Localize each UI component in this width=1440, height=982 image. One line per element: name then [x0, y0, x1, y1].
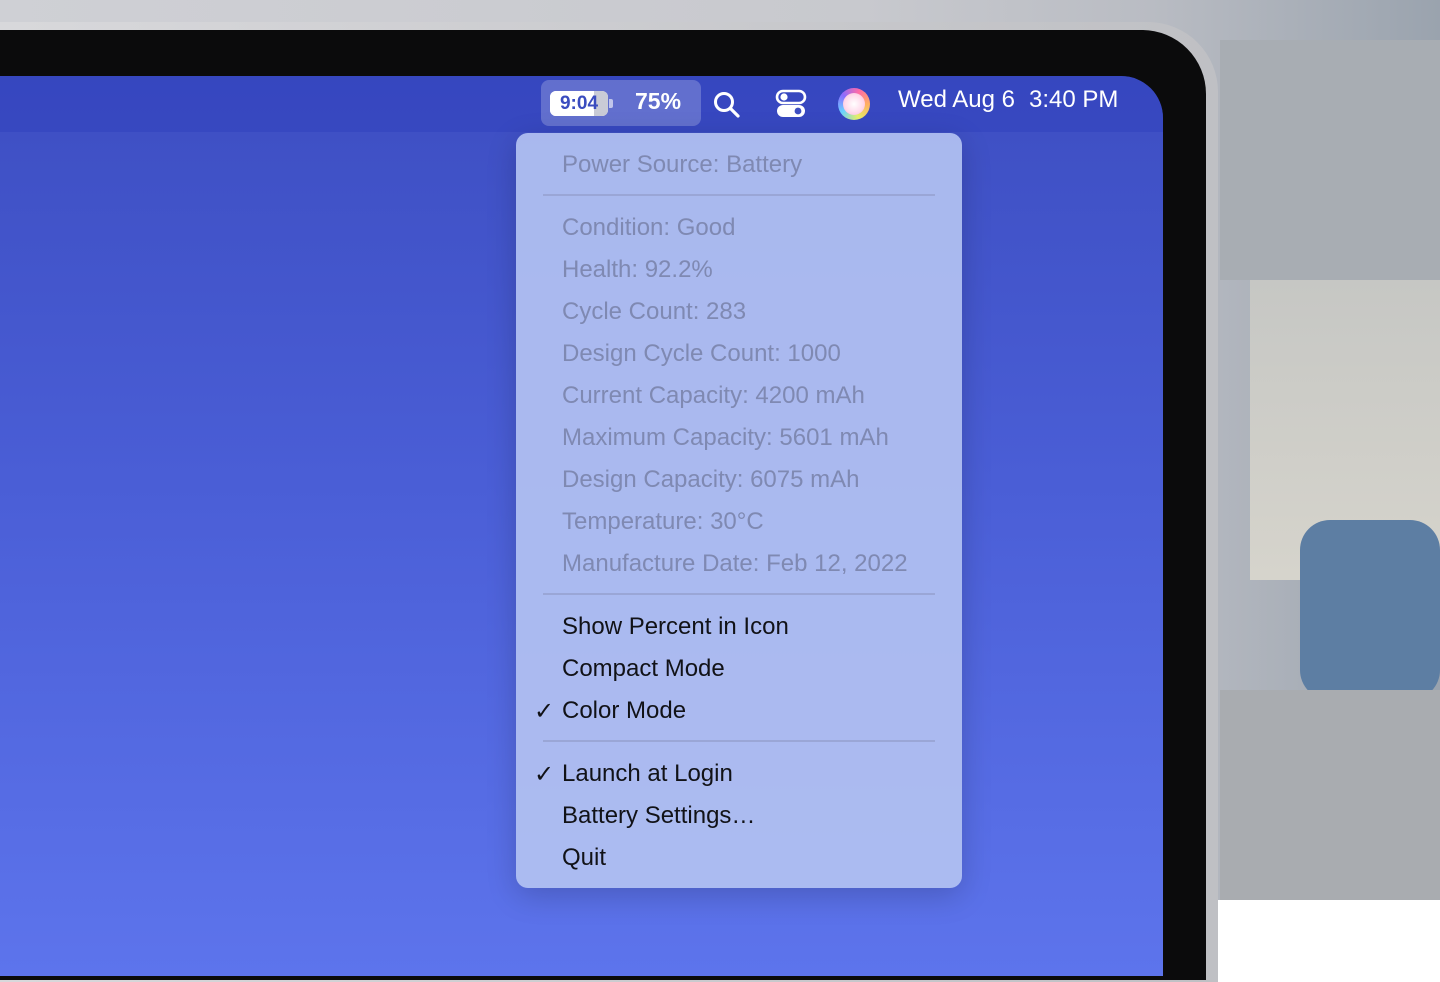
menu-item-color-mode[interactable]: ✓ Color Mode [516, 689, 962, 731]
background-blur-shape [1220, 40, 1440, 280]
siri-icon-center [843, 93, 865, 115]
menu-bar-date: Wed Aug 6 [898, 86, 1015, 113]
menu-item-label: Compact Mode [562, 655, 725, 683]
menu-item-label: Current Capacity: 4200 mAh [562, 382, 865, 410]
battery-time-remaining: 9:04 [550, 91, 608, 116]
menu-item-label: Temperature: 30°C [562, 508, 764, 536]
menu-item-show-percent-in-icon[interactable]: Show Percent in Icon [516, 605, 962, 647]
battery-icon: 9:04 [550, 91, 608, 116]
menu-separator [543, 740, 935, 742]
menu-info-design-cycle-count: Design Cycle Count: 1000 [516, 332, 962, 374]
battery-percent: 75% [635, 88, 681, 115]
menu-item-power-source: Power Source: Battery [516, 143, 962, 185]
menu-item-label: Design Capacity: 6075 mAh [562, 466, 860, 494]
menu-info-condition: Condition: Good [516, 206, 962, 248]
battery-tip [609, 99, 613, 108]
menu-item-label: Condition: Good [562, 214, 735, 242]
menu-item-battery-settings[interactable]: Battery Settings… [516, 794, 962, 836]
checkmark-icon: ✓ [534, 760, 554, 789]
menu-info-design-capacity: Design Capacity: 6075 mAh [516, 458, 962, 500]
battery-status-item[interactable]: 9:04 75% [541, 80, 701, 126]
menu-item-label: Health: 92.2% [562, 256, 713, 284]
background-blur-shape [1220, 690, 1440, 900]
menu-separator [543, 194, 935, 196]
menu-item-label: Manufacture Date: Feb 12, 2022 [562, 550, 908, 578]
menu-item-label: Show Percent in Icon [562, 613, 789, 641]
menu-info-maximum-capacity: Maximum Capacity: 5601 mAh [516, 416, 962, 458]
search-icon[interactable] [712, 90, 742, 120]
menu-info-temperature: Temperature: 30°C [516, 500, 962, 542]
background-blur-shape [1300, 520, 1440, 700]
menu-info-cycle-count: Cycle Count: 283 [516, 290, 962, 332]
menu-info-manufacture-date: Manufacture Date: Feb 12, 2022 [516, 542, 962, 584]
menu-item-compact-mode[interactable]: Compact Mode [516, 647, 962, 689]
battery-dropdown-menu: Power Source: Battery Condition: Good He… [516, 133, 962, 888]
menu-bar-clock[interactable]: Wed Aug 6 3:40 PM [898, 86, 1118, 114]
menu-item-label: Power Source: Battery [562, 151, 802, 179]
menu-info-current-capacity: Current Capacity: 4200 mAh [516, 374, 962, 416]
control-center-icon[interactable] [775, 89, 807, 119]
siri-icon[interactable] [838, 88, 870, 120]
menu-item-quit[interactable]: Quit [516, 836, 962, 878]
menu-item-launch-at-login[interactable]: ✓ Launch at Login [516, 752, 962, 794]
menu-bar: 9:04 75% Wed Aug 6 3:40 PM [0, 76, 1163, 132]
menu-bar-time: 3:40 PM [1029, 86, 1118, 113]
checkmark-icon: ✓ [534, 697, 554, 726]
menu-item-label: Battery Settings… [562, 802, 755, 830]
menu-item-label: Design Cycle Count: 1000 [562, 340, 841, 368]
menu-item-label: Maximum Capacity: 5601 mAh [562, 424, 889, 452]
menu-info-health: Health: 92.2% [516, 248, 962, 290]
menu-item-label: Cycle Count: 283 [562, 298, 746, 326]
menu-separator [543, 593, 935, 595]
menu-item-label: Quit [562, 844, 606, 872]
menu-item-label: Color Mode [562, 697, 686, 725]
menu-item-label: Launch at Login [562, 760, 733, 788]
